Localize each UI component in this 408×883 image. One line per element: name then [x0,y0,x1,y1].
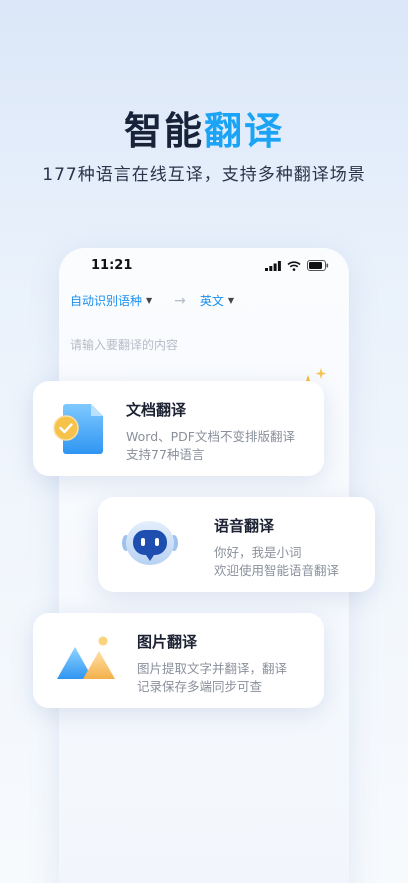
battery-icon [307,260,329,271]
document-icon [53,404,103,454]
voice-translation-card[interactable]: 语音翻译 你好，我是小词 欢迎使用智能语音翻译 [98,497,375,592]
source-language-label: 自动识别语种 [70,294,143,308]
hero-title-accent: 翻译 [204,109,285,153]
mountain-image-icon [57,636,115,679]
target-language-dropdown[interactable]: 英文 ▼ [200,292,234,309]
swap-arrow-icon[interactable]: → [174,293,186,309]
card-description-line: 图片提取文字并翻译，翻译 [137,661,288,676]
card-description-line: 记录保存多端同步可查 [137,679,263,694]
card-description-line: 支持77种语言 [126,447,205,462]
language-selector-row: 自动识别语种 ▼ → 英文 ▼ [70,292,338,309]
card-description-line: 你好，我是小词 [214,545,302,560]
card-description-line: 欢迎使用智能语音翻译 [214,563,340,578]
image-translation-card[interactable]: 图片翻译 图片提取文字并翻译，翻译 记录保存多端同步可查 [33,613,324,708]
translation-input[interactable]: 请输入要翻译的内容 [70,336,178,353]
chevron-down-icon: ▼ [227,296,235,305]
card-title: 语音翻译 [214,517,275,535]
wifi-icon [287,260,301,271]
status-icons [265,260,329,271]
card-title: 图片翻译 [137,633,198,651]
signal-icon [265,260,281,271]
chevron-down-icon: ▼ [146,296,153,305]
hero-title: 智能翻译 [0,100,408,155]
hero-subtitle: 177种语言在线互译，支持多种翻译场景 [42,165,366,185]
document-translation-card[interactable]: 文档翻译 Word、PDF文档不变排版翻译 支持77种语言 [33,381,324,476]
status-time: 11:21 [91,258,133,273]
card-description-line: Word、PDF文档不变排版翻译 [126,429,295,444]
source-language-dropdown[interactable]: 自动识别语种 ▼ [70,292,152,309]
target-language-label: 英文 [199,294,224,308]
card-title: 文档翻译 [126,401,187,419]
robot-icon [122,521,178,565]
hero-title-main: 智能 [123,109,204,153]
